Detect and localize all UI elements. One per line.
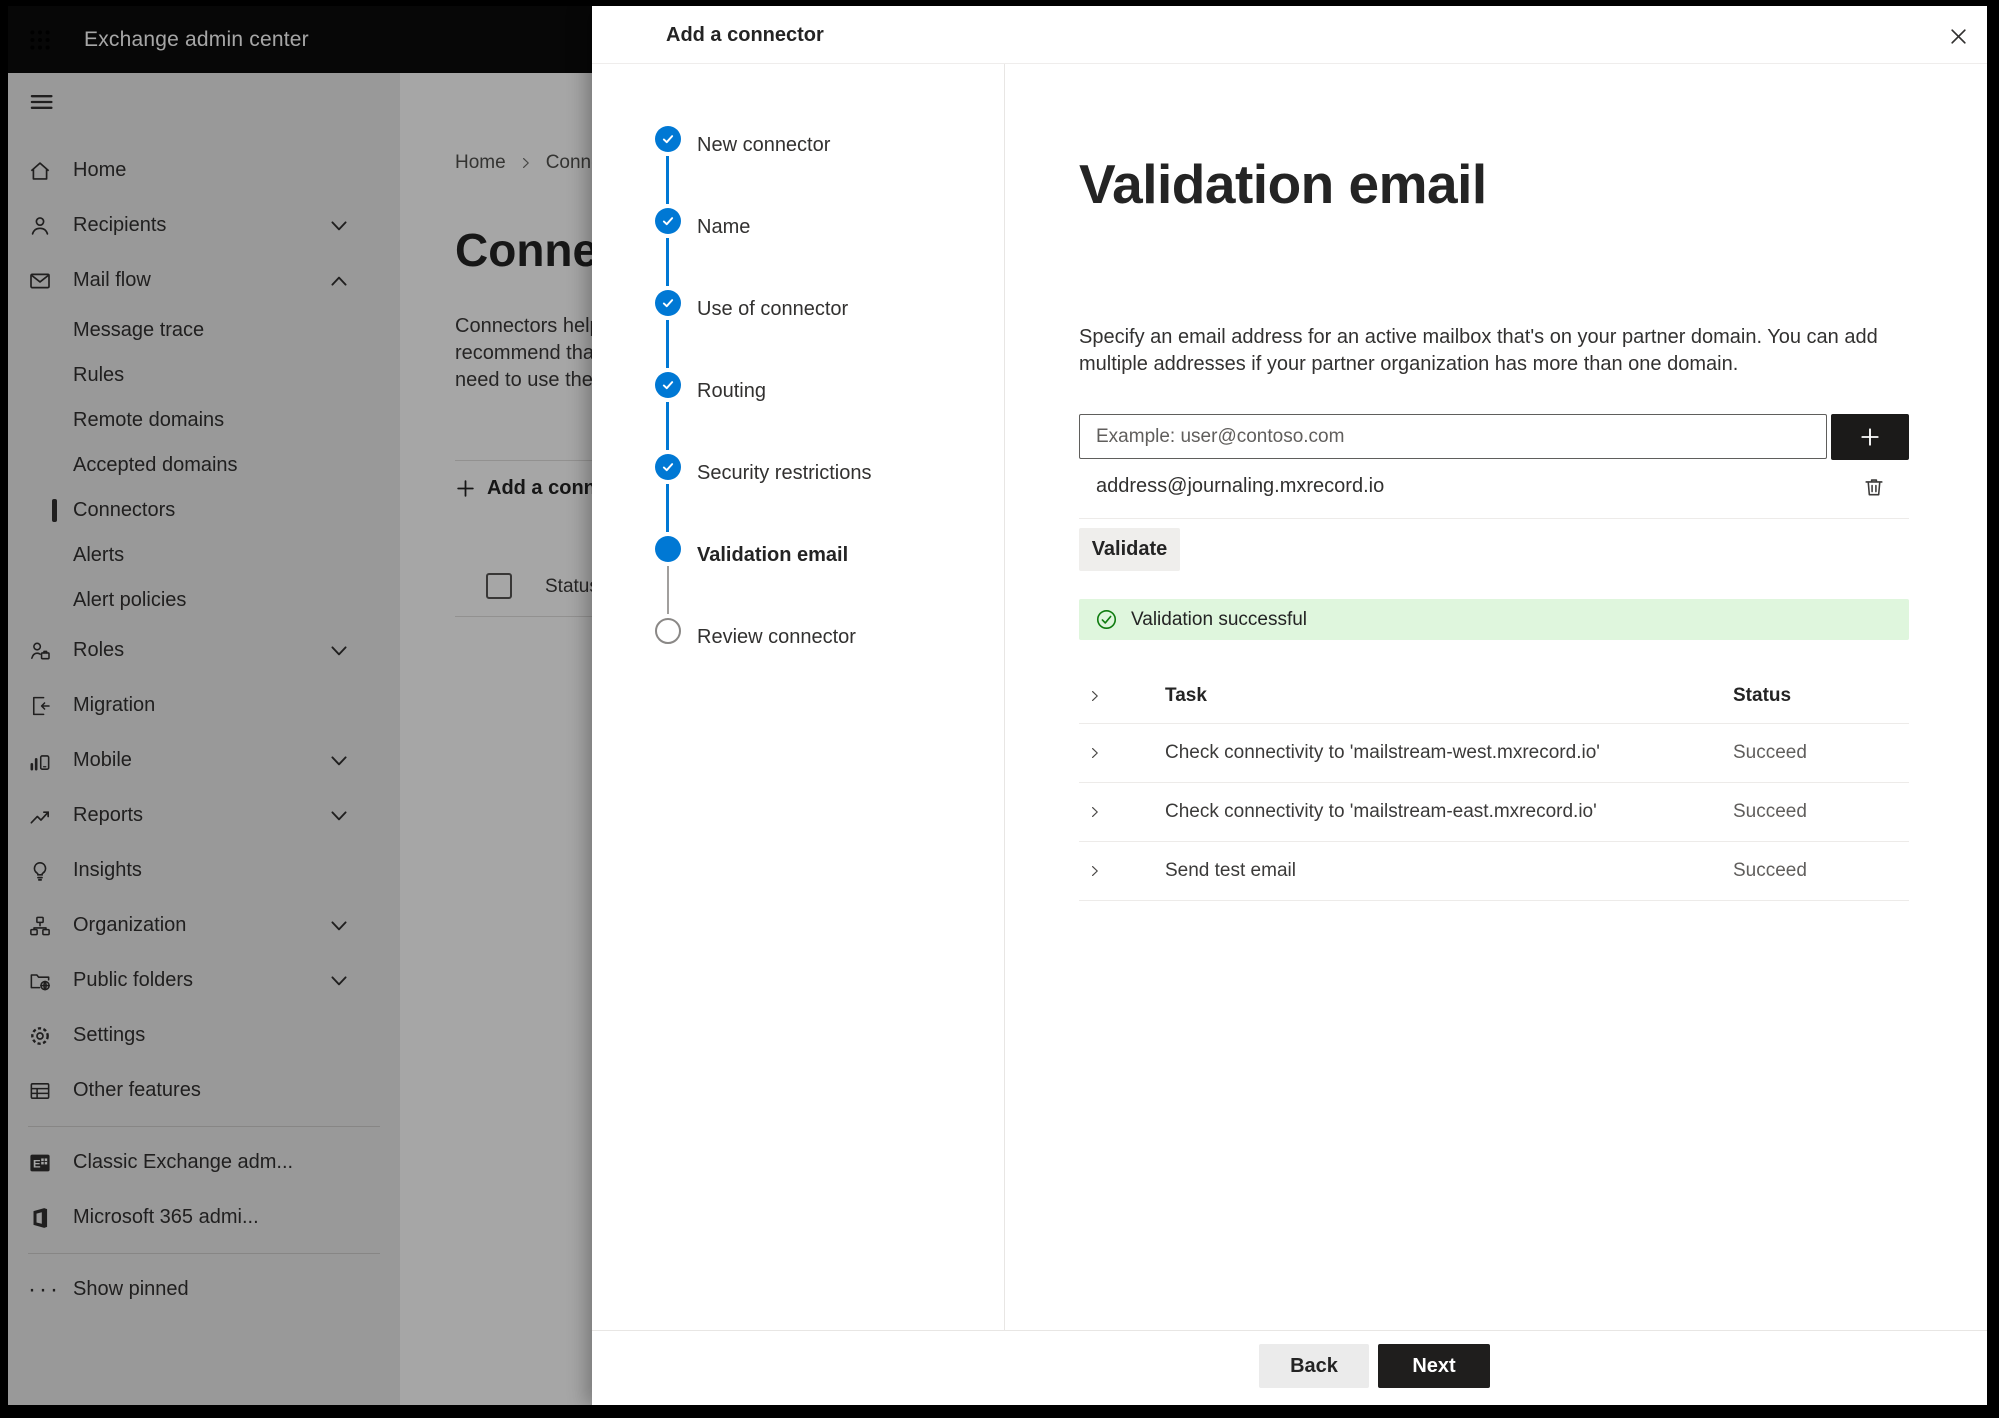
table-header-row: Task Status	[1079, 668, 1909, 724]
step-done-icon	[655, 454, 681, 480]
status-cell: Succeed	[1733, 801, 1807, 822]
divider	[592, 1330, 1987, 1331]
email-address-input[interactable]	[1079, 414, 1827, 459]
chevron-right-icon[interactable]	[1087, 745, 1103, 761]
task-cell: Check connectivity to 'mailstream-west.m…	[1165, 742, 1600, 763]
status-cell: Succeed	[1733, 742, 1807, 763]
step-done-icon	[655, 208, 681, 234]
wizard-connector-line	[666, 238, 669, 286]
step-done-icon	[655, 126, 681, 152]
task-column-header: Task	[1165, 684, 1207, 706]
add-connector-panel: Add a connector New connector Name Use o…	[592, 6, 1987, 1405]
wizard-step-new-connector[interactable]: New connector	[697, 132, 830, 158]
validation-tasks-table: Task Status Check connectivity to 'mails…	[1079, 668, 1909, 901]
table-row[interactable]: Check connectivity to 'mailstream-west.m…	[1079, 724, 1909, 783]
check-icon	[660, 459, 676, 475]
task-cell: Check connectivity to 'mailstream-east.m…	[1165, 801, 1597, 822]
divider	[592, 63, 1987, 64]
check-icon	[660, 295, 676, 311]
wizard-step-validation-email[interactable]: Validation email	[697, 542, 848, 568]
wizard-connector-line	[666, 484, 669, 532]
wizard-connector-line	[666, 320, 669, 368]
step-heading: Validation email	[1079, 153, 1487, 215]
divider	[1004, 64, 1005, 1330]
validate-button[interactable]: Validate	[1079, 528, 1180, 571]
chevron-right-icon[interactable]	[1087, 688, 1103, 704]
chevron-right-icon[interactable]	[1087, 863, 1103, 879]
task-cell: Send test email	[1165, 860, 1296, 881]
added-address-row: address@journaling.mxrecord.io	[1079, 464, 1909, 512]
step-current-icon	[655, 536, 681, 562]
check-icon	[660, 131, 676, 147]
wizard-step-routing[interactable]: Routing	[697, 378, 766, 404]
wizard-step-review-connector[interactable]: Review connector	[697, 624, 856, 650]
panel-title: Add a connector	[666, 24, 824, 46]
address-text: address@journaling.mxrecord.io	[1096, 475, 1385, 497]
divider	[1079, 518, 1909, 519]
step-done-icon	[655, 290, 681, 316]
success-check-icon	[1095, 608, 1118, 631]
wizard-step-use-of-connector[interactable]: Use of connector	[697, 296, 848, 322]
close-button[interactable]	[1942, 20, 1974, 52]
wizard-connector-line	[666, 156, 669, 204]
delete-address-button[interactable]	[1860, 473, 1888, 501]
status-column-header: Status	[1733, 684, 1792, 706]
wizard-step-security-restrictions[interactable]: Security restrictions	[697, 460, 872, 486]
wizard-connector-line	[666, 402, 669, 450]
chevron-right-icon[interactable]	[1087, 804, 1103, 820]
validation-success-banner: Validation successful	[1079, 599, 1909, 640]
status-cell: Succeed	[1733, 860, 1807, 881]
step-description: Specify an email address for an active m…	[1079, 326, 1878, 375]
plus-icon	[1859, 426, 1881, 448]
check-icon	[660, 377, 676, 393]
banner-text: Validation successful	[1131, 608, 1308, 630]
back-button[interactable]: Back	[1259, 1344, 1369, 1388]
close-icon	[1947, 25, 1970, 48]
wizard-step-name[interactable]: Name	[697, 214, 750, 240]
trash-icon	[1862, 475, 1886, 499]
next-button[interactable]: Next	[1378, 1344, 1490, 1388]
add-email-button[interactable]	[1831, 414, 1909, 460]
step-done-icon	[655, 372, 681, 398]
table-row[interactable]: Check connectivity to 'mailstream-east.m…	[1079, 783, 1909, 842]
step-upcoming-icon	[655, 618, 681, 644]
table-row[interactable]: Send test email Succeed	[1079, 842, 1909, 901]
app-window: Exchange admin center Home Recipients Ma…	[8, 6, 1987, 1405]
screenshot-frame: Exchange admin center Home Recipients Ma…	[0, 0, 1999, 1418]
check-icon	[660, 213, 676, 229]
wizard-connector-line	[667, 566, 669, 614]
